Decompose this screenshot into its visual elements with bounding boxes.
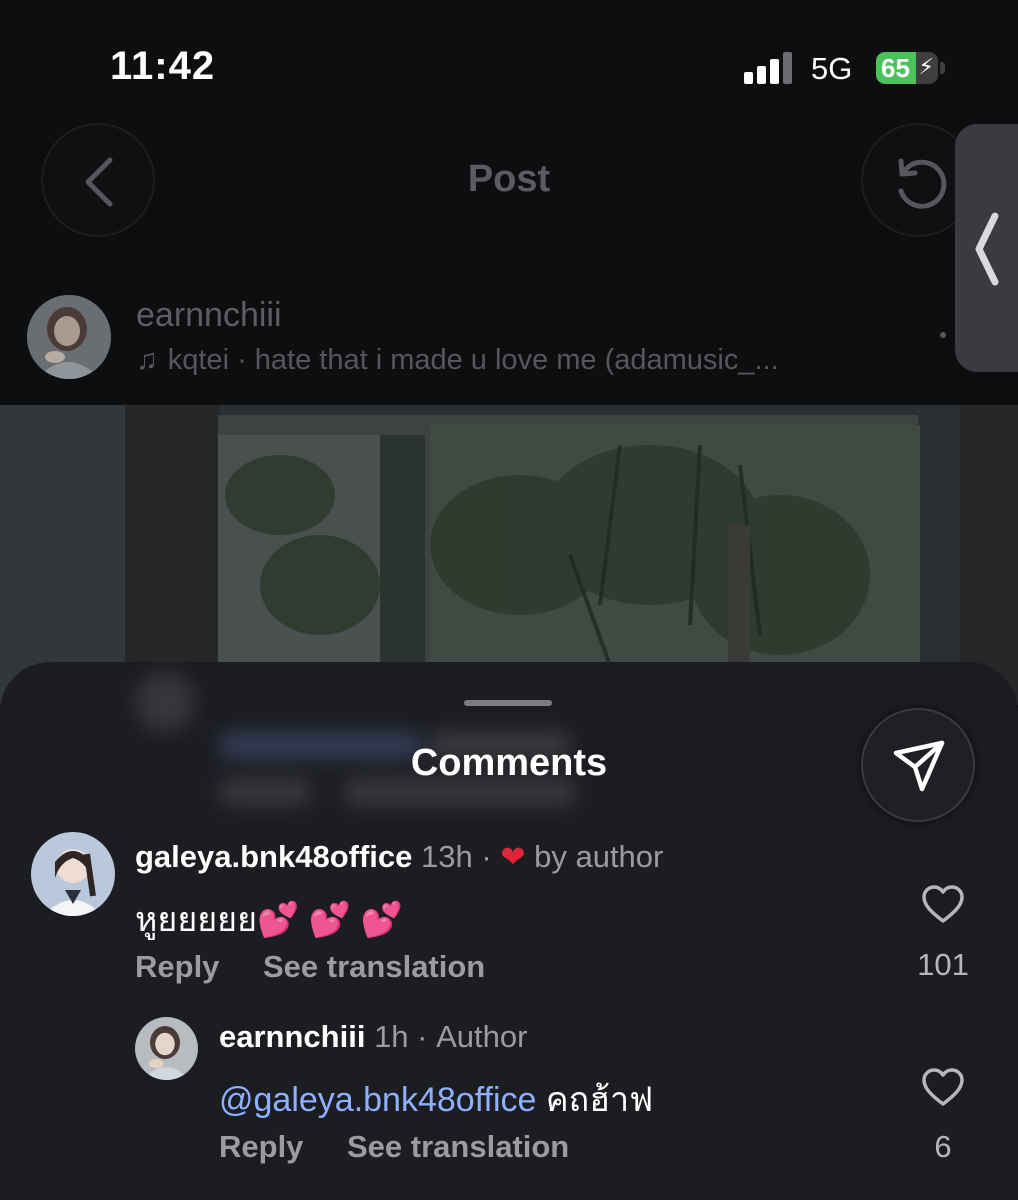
status-time: 11:42 bbox=[110, 44, 216, 88]
music-label: kqtei · hate that i made u love me (adam… bbox=[167, 344, 779, 376]
meta-separator: · bbox=[481, 839, 492, 874]
comment-username[interactable]: galeya.bnk48office bbox=[135, 839, 412, 874]
side-panel-handle[interactable] bbox=[955, 124, 1018, 372]
comment-text: หูยยยยย💕 💕 💕 bbox=[135, 901, 403, 939]
more-dot-icon bbox=[940, 332, 946, 338]
network-type: 5G bbox=[811, 51, 853, 86]
music-note-icon: ♫ bbox=[136, 344, 158, 376]
mention-link[interactable]: @galeya.bnk48office bbox=[219, 1081, 536, 1119]
liked-by-author-label: by author bbox=[534, 839, 664, 874]
send-icon bbox=[893, 740, 945, 792]
meta-separator: · bbox=[417, 1019, 428, 1054]
avatar-image bbox=[27, 295, 111, 379]
post-username[interactable]: earnnchiii bbox=[136, 296, 282, 335]
comment-header: earnnchiii 1h · Author bbox=[219, 1019, 527, 1055]
signal-icon bbox=[744, 52, 794, 84]
post-image bbox=[0, 405, 1018, 705]
chevron-left-icon bbox=[975, 212, 999, 286]
comment-header: galeya.bnk48office 13h · ❤ by author bbox=[135, 839, 663, 875]
comment-time: 1h bbox=[374, 1019, 409, 1054]
heart-outline-icon[interactable] bbox=[921, 1067, 965, 1107]
comment-time: 13h bbox=[421, 839, 473, 874]
like-count: 101 bbox=[917, 947, 969, 982]
charging-bolt-icon: ⚡ bbox=[918, 54, 934, 79]
comments-sheet: Comments galeya.bnk48office 13h · ❤ by a… bbox=[0, 662, 1018, 1200]
reply-button[interactable]: Reply bbox=[135, 949, 219, 985]
share-button[interactable] bbox=[861, 708, 975, 822]
sheet-grabber[interactable] bbox=[464, 700, 552, 706]
see-translation-button[interactable]: See translation bbox=[347, 1129, 569, 1165]
see-translation-button[interactable]: See translation bbox=[263, 949, 485, 985]
top-area: 11:42 5G 65 ⚡ Post earnnchiii ♫ kqtei · … bbox=[0, 0, 1018, 405]
battery-level: 65 bbox=[881, 53, 910, 83]
comment-text: @galeya.bnk48office คถฮ้าฟ bbox=[219, 1072, 653, 1126]
heart-filled-icon: ❤ bbox=[500, 841, 526, 874]
battery-tip bbox=[940, 62, 945, 74]
post-author-avatar[interactable] bbox=[27, 295, 111, 379]
post-photo bbox=[0, 405, 1018, 705]
post-music[interactable]: ♫ kqtei · hate that i made u love me (ada… bbox=[136, 344, 779, 377]
author-badge: Author bbox=[436, 1019, 528, 1054]
avatar-image bbox=[135, 1017, 198, 1080]
like-count: 6 bbox=[934, 1129, 952, 1164]
reply-button[interactable]: Reply bbox=[219, 1129, 303, 1165]
comment-username[interactable]: earnnchiii bbox=[219, 1019, 365, 1054]
comment-body: คถฮ้าฟ bbox=[536, 1081, 654, 1119]
commenter-avatar[interactable] bbox=[31, 832, 115, 916]
commenter-avatar[interactable] bbox=[135, 1017, 198, 1080]
heart-outline-icon[interactable] bbox=[921, 884, 965, 924]
refresh-icon bbox=[898, 158, 947, 209]
avatar-image bbox=[31, 832, 115, 916]
battery-icon: 65 ⚡ bbox=[876, 52, 938, 84]
